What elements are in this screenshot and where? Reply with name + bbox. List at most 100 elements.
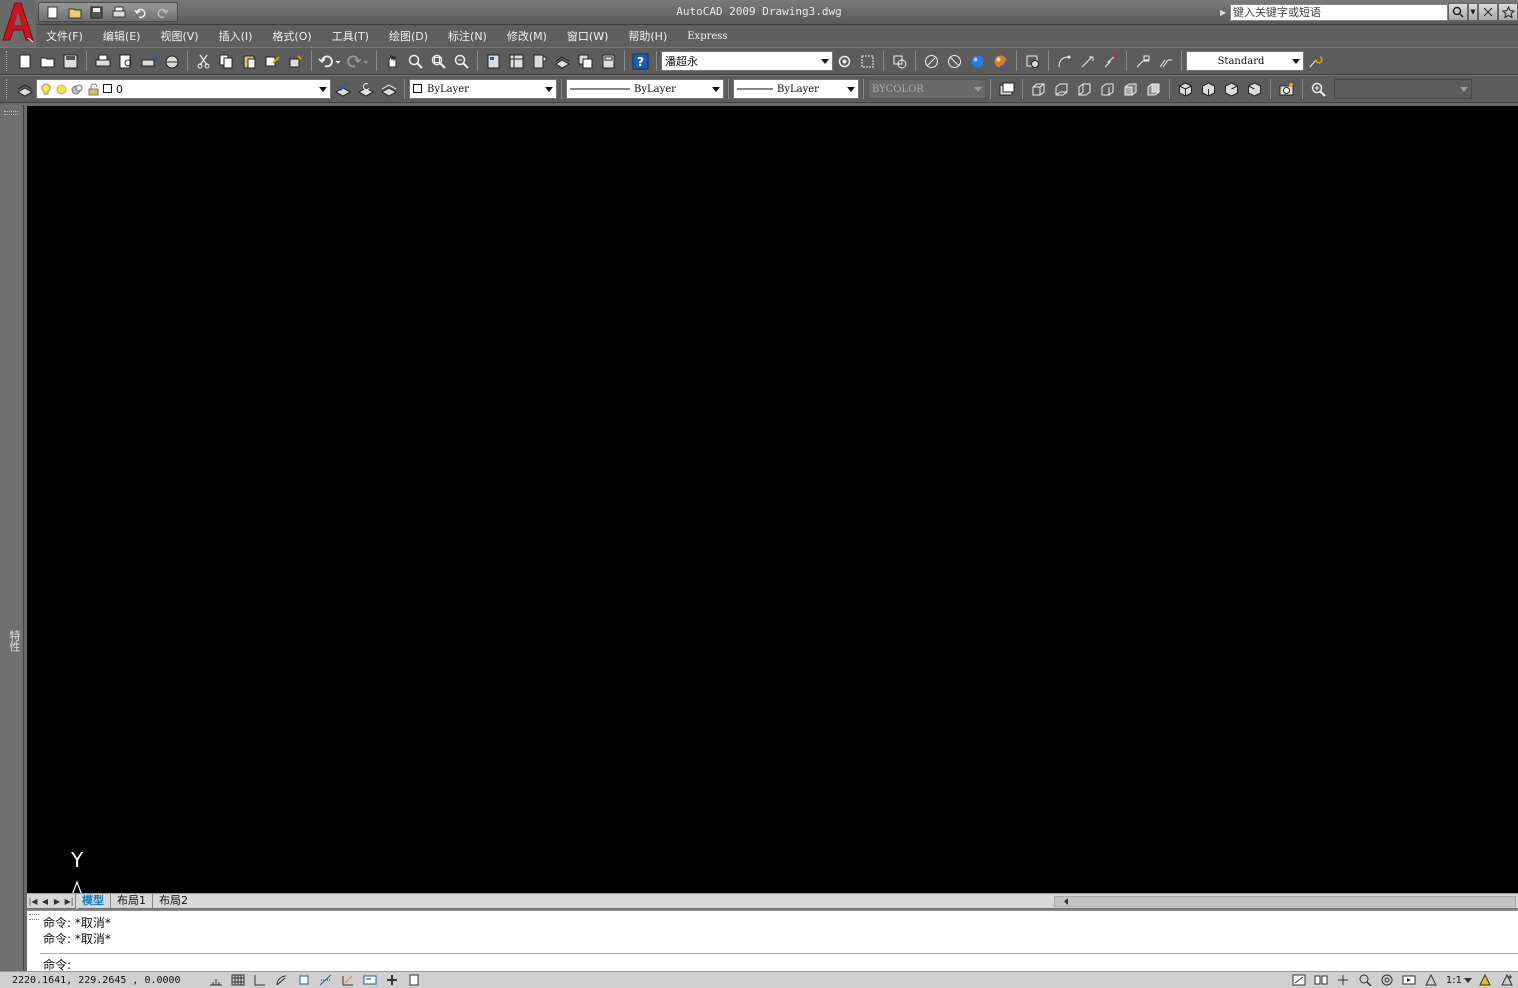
- ortho-mode-icon[interactable]: [249, 973, 271, 988]
- match-properties-icon[interactable]: [261, 50, 284, 72]
- polar-tracking-icon[interactable]: [271, 973, 293, 988]
- properties-palette-label[interactable]: 特性: [2, 630, 22, 652]
- toolbar-grip[interactable]: [6, 79, 10, 99]
- back-view-icon[interactable]: [1142, 78, 1165, 100]
- search-input[interactable]: 键入关键字或短语: [1230, 3, 1448, 21]
- named-views-icon[interactable]: [995, 78, 1018, 100]
- first-tab-icon[interactable]: |◀: [27, 895, 39, 908]
- dim-style-icon[interactable]: [856, 50, 879, 72]
- multileader-style-icon[interactable]: [1304, 50, 1327, 72]
- command-input[interactable]: 命令:: [40, 953, 1518, 973]
- plot-preview-icon[interactable]: [114, 50, 137, 72]
- search-icon[interactable]: [1448, 3, 1468, 21]
- dynamic-ucs-icon[interactable]: [337, 973, 359, 988]
- 3d-orbit-zoom-icon[interactable]: [1307, 78, 1330, 100]
- linetype-control-select[interactable]: ByLayer: [566, 79, 724, 99]
- layer-select[interactable]: 0: [36, 79, 331, 99]
- annotation-scale-icon[interactable]: [1420, 973, 1442, 988]
- markup-manager-icon[interactable]: [574, 50, 597, 72]
- model-space-icon[interactable]: [1288, 973, 1310, 988]
- top-view-icon[interactable]: [1027, 78, 1050, 100]
- layer-states-icon[interactable]: [377, 78, 400, 100]
- quick-properties-icon[interactable]: [403, 973, 425, 988]
- multileader-icon[interactable]: [1131, 50, 1154, 72]
- annotation-visibility-icon[interactable]: [1474, 973, 1496, 988]
- tool-palettes-icon[interactable]: [528, 50, 551, 72]
- tab-layout1[interactable]: 布局1: [110, 894, 152, 908]
- command-window[interactable]: 命令: *取消* 命令: *取消* 命令:: [27, 909, 1518, 973]
- nw-isometric-icon[interactable]: [1243, 78, 1266, 100]
- favorites-star-icon[interactable]: [1498, 3, 1518, 21]
- hide-icon[interactable]: [920, 50, 943, 72]
- cursor-coordinates[interactable]: 2220.1641, 229.2645 , 0.0000: [0, 975, 205, 986]
- menu-window[interactable]: 窗口(W): [567, 28, 608, 44]
- dim-arc-icon[interactable]: [1053, 50, 1076, 72]
- zoom-icon[interactable]: [1354, 973, 1376, 988]
- text-style-select[interactable]: 潘超永: [661, 51, 833, 71]
- grid-display-icon[interactable]: [227, 973, 249, 988]
- right-view-icon[interactable]: [1096, 78, 1119, 100]
- dynamic-input-icon[interactable]: [359, 973, 381, 988]
- autocad-logo-menu-button[interactable]: [0, 0, 36, 46]
- make-object-layer-current-icon[interactable]: [331, 78, 354, 100]
- last-tab-icon[interactable]: ▶|: [63, 895, 75, 908]
- paste-icon[interactable]: [238, 50, 261, 72]
- menu-view[interactable]: 视图(V): [160, 28, 198, 44]
- auto-add-scales-icon[interactable]: [1496, 973, 1518, 988]
- snap-mode-icon[interactable]: [205, 973, 227, 988]
- properties-palette-strip[interactable]: 特性: [0, 105, 24, 970]
- toolbar-grip[interactable]: [6, 51, 10, 71]
- object-snap-icon[interactable]: [293, 973, 315, 988]
- zoom-previous-icon[interactable]: [450, 50, 473, 72]
- visual-style-icon[interactable]: [943, 50, 966, 72]
- command-window-grip[interactable]: [29, 914, 39, 920]
- pan-realtime-icon[interactable]: [381, 50, 404, 72]
- redo-icon[interactable]: [344, 50, 372, 72]
- menu-draw[interactable]: 绘图(D): [389, 28, 428, 44]
- pan-icon[interactable]: [1332, 973, 1354, 988]
- menu-tools[interactable]: 工具(T): [332, 28, 369, 44]
- undo-icon[interactable]: [316, 50, 344, 72]
- menu-edit[interactable]: 编辑(E): [103, 28, 141, 44]
- lineweight-control-select[interactable]: ByLayer: [733, 79, 859, 99]
- render-region-icon[interactable]: [888, 50, 911, 72]
- new-file-icon[interactable]: [13, 50, 36, 72]
- copy-icon[interactable]: [215, 50, 238, 72]
- search-dropdown-icon[interactable]: ▼: [1468, 3, 1478, 21]
- ne-isometric-icon[interactable]: [1220, 78, 1243, 100]
- properties-icon[interactable]: [482, 50, 505, 72]
- dim-jogged-icon[interactable]: [1099, 50, 1122, 72]
- communication-center-icon[interactable]: [1478, 3, 1498, 21]
- drawing-canvas[interactable]: Y X: [27, 106, 1518, 985]
- multileader-align-icon[interactable]: [1154, 50, 1177, 72]
- zoom-realtime-icon[interactable]: [404, 50, 427, 72]
- previous-tab-icon[interactable]: ◀: [39, 895, 51, 908]
- help-icon[interactable]: ?: [629, 50, 652, 72]
- camera-icon[interactable]: [1275, 78, 1298, 100]
- dim-radius-icon[interactable]: [1076, 50, 1099, 72]
- materials-icon[interactable]: [989, 50, 1012, 72]
- menu-format[interactable]: 格式(O): [272, 28, 311, 44]
- showmotion-icon[interactable]: [1398, 973, 1420, 988]
- layer-properties-manager-icon[interactable]: [13, 78, 36, 100]
- quickcalc-icon[interactable]: [597, 50, 620, 72]
- layer-previous-icon[interactable]: [354, 78, 377, 100]
- save-icon[interactable]: [59, 50, 82, 72]
- open-folder-icon[interactable]: [36, 50, 59, 72]
- menu-insert[interactable]: 插入(I): [219, 28, 253, 44]
- render-sphere-icon[interactable]: [966, 50, 989, 72]
- menu-file[interactable]: 文件(F): [46, 28, 83, 44]
- next-tab-icon[interactable]: ▶: [51, 895, 63, 908]
- quick-view-layouts-icon[interactable]: [1310, 973, 1332, 988]
- menu-help[interactable]: 帮助(H): [628, 28, 667, 44]
- horizontal-scrollbar[interactable]: [1054, 896, 1516, 907]
- tab-layout2[interactable]: 布局2: [152, 894, 194, 908]
- color-control-select[interactable]: ByLayer: [409, 79, 557, 99]
- plot-icon[interactable]: [91, 50, 114, 72]
- zoom-window-icon[interactable]: [427, 50, 450, 72]
- design-center-icon[interactable]: [505, 50, 528, 72]
- sheet-set-manager-icon[interactable]: [551, 50, 574, 72]
- annotation-scale-value[interactable]: 1:1: [1446, 975, 1462, 986]
- menu-dimension[interactable]: 标注(N): [448, 28, 487, 44]
- menu-express[interactable]: Express: [687, 31, 727, 42]
